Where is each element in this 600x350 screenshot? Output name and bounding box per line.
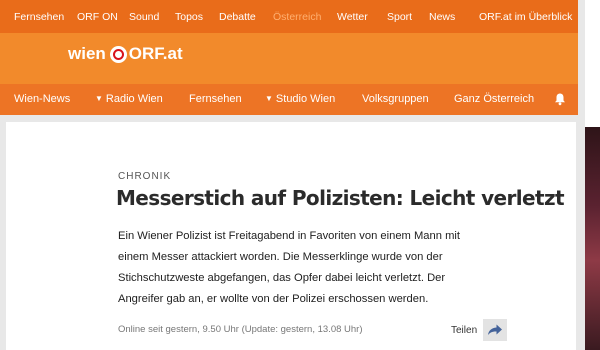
nav-label: Fernsehen [189, 93, 242, 105]
regional-nav: Wien-News ▼ Radio Wien Fernsehen ▼ Studio … [0, 84, 578, 115]
share-arrow-icon [483, 319, 508, 341]
chevron-down-icon: ▼ [265, 94, 273, 103]
nav-item-studio-wien[interactable]: ▼ Studio Wien [265, 93, 335, 105]
share-label: Teilen [451, 324, 478, 336]
topnav-item-sound[interactable]: Sound [129, 11, 159, 23]
chevron-down-icon: ▼ [95, 94, 103, 103]
wien-orf-logo[interactable]: wien ORF.at [68, 44, 183, 64]
orf-eye-icon [109, 45, 127, 63]
topnav-item-topos[interactable]: Topos [175, 11, 203, 23]
topnav-item-fernsehen[interactable]: Fernsehen [14, 11, 64, 23]
topnav-item-wetter[interactable]: Wetter [337, 11, 368, 23]
nav-label: Studio Wien [275, 93, 336, 105]
article-lead: Ein Wiener Polizist ist Freitagabend in … [118, 230, 460, 305]
share-button[interactable]: Teilen [451, 319, 508, 341]
nav-item-fernsehen[interactable]: Fernsehen [189, 93, 242, 105]
nav-label: Wien-News [14, 93, 71, 105]
adjacent-teaser-image[interactable] [585, 127, 600, 350]
bell-icon[interactable] [553, 92, 567, 106]
article-card: CHRONIK Messerstich auf Polizisten: Leic… [6, 122, 576, 350]
nav-item-volksgruppen[interactable]: Volksgruppen [362, 93, 429, 105]
nav-item-radio-wien[interactable]: ▼ Radio Wien [95, 93, 163, 105]
topnav-item-oesterreich[interactable]: Österreich [273, 11, 321, 23]
topnav-item-debatte[interactable]: Debatte [219, 11, 256, 23]
nav-label: Ganz Österreich [454, 93, 535, 105]
nav-item-ganz-oesterreich[interactable]: Ganz Österreich [454, 93, 534, 105]
logo-wien-text: wien [68, 44, 106, 63]
article-headline: Messerstich auf Polizisten: Leicht verle… [116, 186, 565, 210]
network-top-bar: Fernsehen ORF ON Sound Topos Debatte Öst… [0, 0, 578, 33]
nav-label: Radio Wien [105, 93, 163, 105]
nav-item-wien-news[interactable]: Wien-News [14, 93, 70, 105]
topnav-item-orf-on[interactable]: ORF ON [77, 11, 118, 23]
site-header: wien ORF.at [0, 33, 578, 84]
article-timestamp: Online seit gestern, 9.50 Uhr (Update: g… [118, 324, 363, 335]
topnav-overview-link[interactable]: ORF.at im Überblick [479, 11, 572, 23]
logo-orf-text: ORF.at [128, 44, 183, 63]
article-kicker: CHRONIK [118, 171, 172, 182]
nav-label: Volksgruppen [362, 93, 429, 105]
topnav-item-news[interactable]: News [429, 11, 455, 23]
topnav-item-sport[interactable]: Sport [387, 11, 412, 23]
